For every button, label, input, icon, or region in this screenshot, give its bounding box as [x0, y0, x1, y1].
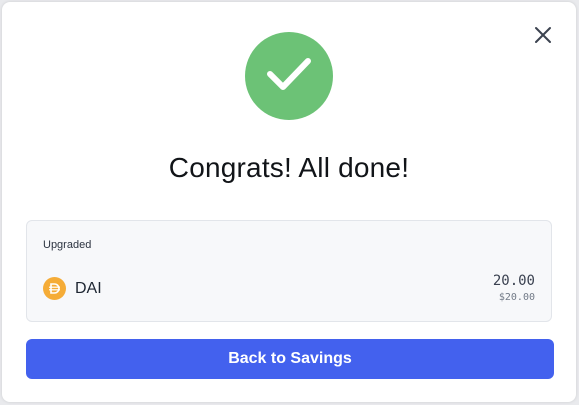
- token-symbol: DAI: [75, 280, 102, 297]
- back-to-savings-button[interactable]: Back to Savings: [26, 339, 554, 379]
- transaction-summary-card: Upgraded DAI 20.00 $20.00: [26, 220, 552, 322]
- close-icon: [534, 26, 552, 49]
- modal-title: Congrats! All done!: [168, 152, 410, 183]
- check-icon: [266, 56, 312, 97]
- summary-label: Upgraded: [43, 239, 92, 251]
- success-modal: Congrats! All done! Upgraded DAI 20.00 $…: [2, 2, 576, 402]
- token-amount: 20.00: [492, 273, 535, 289]
- close-button[interactable]: [530, 24, 556, 50]
- success-indicator: [245, 32, 333, 120]
- dai-token-icon: [43, 277, 66, 300]
- token-amount-usd: $20.00: [498, 292, 535, 303]
